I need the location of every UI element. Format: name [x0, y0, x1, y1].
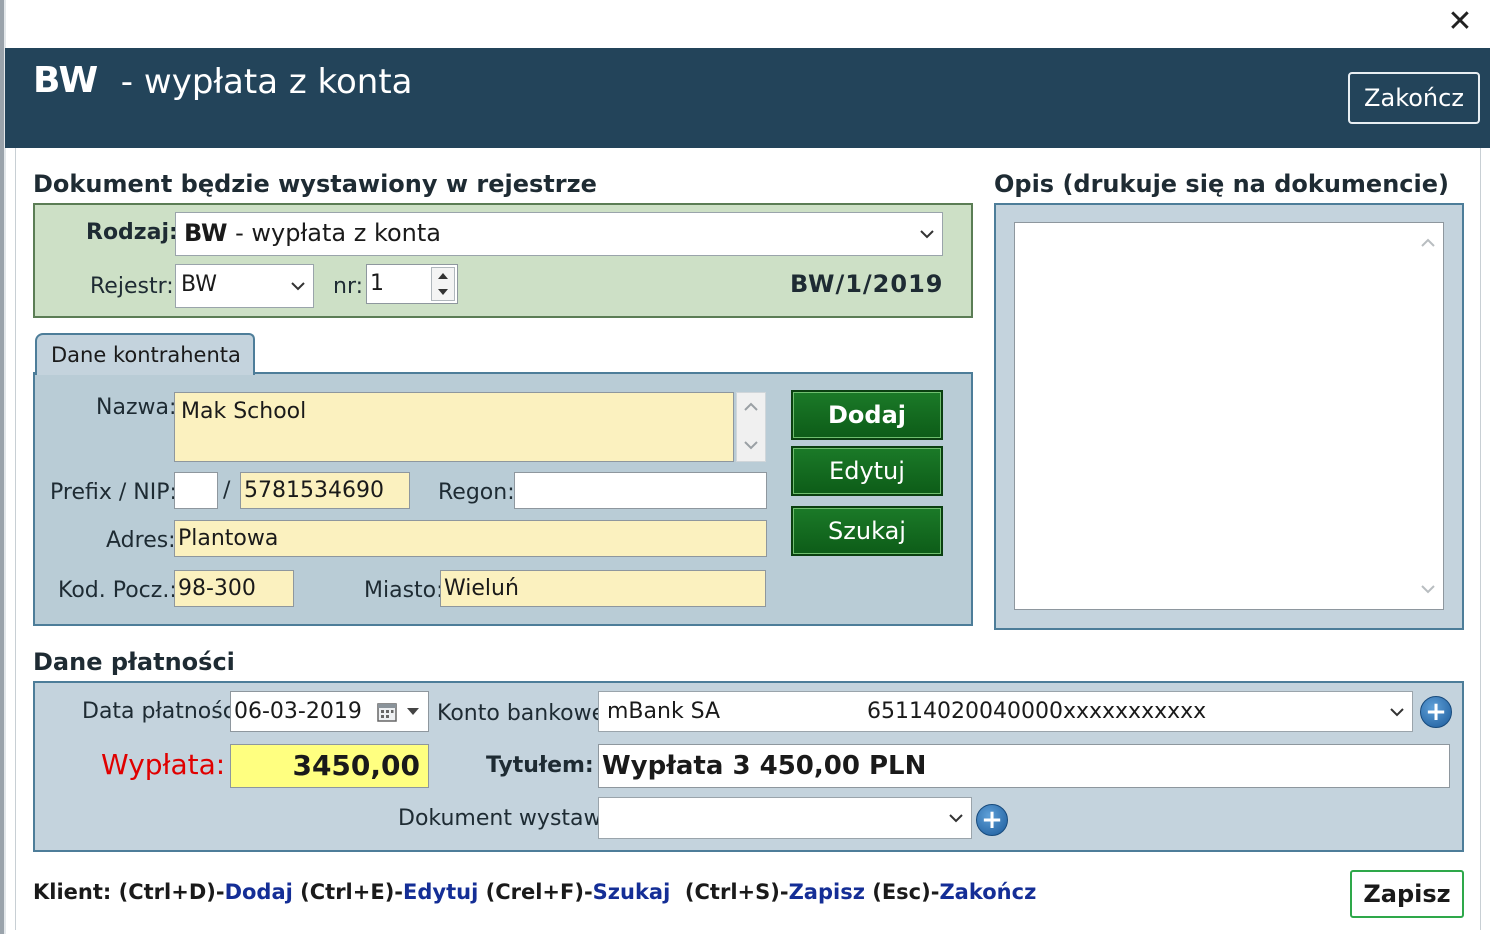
document-number: BW/1/2019 — [790, 270, 944, 298]
chevron-down-icon — [949, 814, 963, 823]
add-issuer-plus-icon[interactable]: + — [976, 804, 1008, 836]
chevron-down-icon[interactable] — [743, 439, 759, 451]
wyplata-amount-input[interactable]: 3450,00 — [230, 744, 429, 788]
shortcut-key-e: (Ctrl+E)- — [292, 880, 404, 904]
shortcut-zapisz: Zapisz — [788, 880, 865, 904]
rodzaj-code: BW — [184, 219, 228, 247]
rejestr-label: Rejestr: — [90, 274, 174, 299]
nazwa-value: Mak School — [181, 399, 307, 424]
opis-textarea[interactable] — [1014, 222, 1444, 610]
regon-label: Regon: — [438, 480, 515, 505]
konto-bankowe-label: Konto bankowe: — [437, 701, 613, 726]
chevron-down-icon[interactable] — [1420, 583, 1436, 595]
shortcut-key-esc: (Esc)- — [864, 880, 940, 904]
prefix-input[interactable] — [174, 472, 218, 509]
chevron-down-icon — [291, 282, 305, 291]
nazwa-textarea[interactable]: Mak School — [174, 392, 734, 462]
payment-section-title: Dane płatności — [33, 648, 235, 676]
arrow-down-icon[interactable] — [437, 287, 449, 297]
calendar-icon[interactable] — [376, 701, 398, 723]
nip-input[interactable]: 5781534690 — [240, 472, 410, 509]
caret-down-icon[interactable] — [406, 707, 420, 717]
shortcut-edytuj: Edytuj — [403, 880, 479, 904]
arrow-up-icon[interactable] — [437, 271, 449, 281]
miasto-label: Miasto: — [364, 578, 444, 603]
nr-label: nr: — [333, 274, 364, 299]
stepper-buttons[interactable] — [431, 267, 455, 301]
nr-stepper[interactable]: 1 — [366, 264, 458, 304]
chevron-up-icon[interactable] — [743, 401, 759, 413]
miasto-value: Wieluń — [444, 576, 519, 601]
shortcut-szukaj: Szukaj — [592, 880, 671, 904]
szukaj-button[interactable]: Szukaj — [791, 506, 943, 556]
add-account-plus-icon[interactable]: + — [1420, 696, 1452, 728]
nazwa-scrollbar[interactable] — [736, 392, 766, 462]
data-platnosci-picker[interactable]: 06-03-2019 — [230, 691, 429, 732]
shortcut-zakoncz: Zakończ — [939, 880, 1037, 904]
rodzaj-label: Rodzaj: — [86, 220, 178, 245]
rodzaj-select[interactable]: BW - wypłata z konta — [175, 212, 943, 256]
wyplata-amount-value: 3450,00 — [292, 749, 420, 782]
register-section-title: Dokument będzie wystawiony w rejestrze — [33, 170, 597, 198]
shortcut-key-f: (Crel+F)- — [478, 880, 593, 904]
bank-name: mBank SA — [607, 699, 721, 724]
data-platnosci-label: Data płatności: — [82, 699, 249, 724]
nr-value: 1 — [370, 271, 384, 296]
dodaj-button[interactable]: Dodaj — [791, 390, 943, 440]
nazwa-label: Nazwa: — [96, 395, 177, 420]
account-number: 65114020040000xxxxxxxxxxx — [867, 699, 1207, 724]
dialog-title-code: BW — [33, 60, 99, 101]
tytulem-label: Tytułem: — [486, 753, 594, 778]
keyboard-shortcuts-hint: Klient: (Ctrl+D)-Dodaj (Ctrl+E)-Edytuj (… — [33, 880, 1036, 904]
edytuj-button[interactable]: Edytuj — [791, 446, 943, 496]
adres-label: Adres: — [106, 528, 176, 553]
kod-pocztowy-label: Kod. Pocz.: — [58, 578, 177, 603]
kod-pocztowy-value: 98-300 — [178, 576, 256, 601]
prefix-nip-label: Prefix / NIP: — [50, 480, 177, 505]
dokument-wystawil-select[interactable] — [598, 797, 972, 839]
dialog-title-text: - wypłata z konta — [110, 62, 413, 102]
chevron-down-icon — [920, 230, 934, 239]
zapisz-button[interactable]: Zapisz — [1350, 870, 1464, 918]
chevron-down-icon — [1390, 707, 1404, 716]
zakoncz-button[interactable]: Zakończ — [1348, 72, 1480, 124]
regon-input[interactable] — [514, 472, 767, 509]
miasto-input[interactable]: Wieluń — [440, 570, 766, 607]
rejestr-value: BW — [181, 272, 218, 297]
shortcut-key-s: (Ctrl+S)- — [670, 880, 789, 904]
nip-slash: / — [223, 478, 231, 503]
data-platnosci-value: 06-03-2019 — [234, 699, 362, 724]
adres-value: Plantowa — [178, 526, 279, 551]
konto-bankowe-select[interactable]: mBank SA 65114020040000xxxxxxxxxxx — [598, 691, 1413, 732]
wyplata-label: Wypłata: — [101, 748, 226, 781]
adres-input[interactable]: Plantowa — [174, 520, 767, 557]
tytulem-value: Wypłata 3 450,00 PLN — [602, 751, 927, 781]
rejestr-select[interactable]: BW — [175, 264, 314, 308]
kod-pocztowy-input[interactable]: 98-300 — [174, 570, 294, 607]
shortcut-dodaj: Dodaj — [224, 880, 293, 904]
tab-label: Dane kontrahenta — [51, 343, 241, 367]
dokument-wystawil-label: Dokument wystawił: — [398, 806, 622, 831]
tab-dane-kontrahenta[interactable]: Dane kontrahenta — [35, 333, 255, 375]
chevron-up-icon[interactable] — [1420, 237, 1436, 249]
nip-value: 5781534690 — [244, 478, 384, 503]
tytulem-input[interactable]: Wypłata 3 450,00 PLN — [598, 744, 1450, 788]
close-icon[interactable]: ✕ — [1440, 4, 1480, 40]
opis-section-title: Opis (drukuje się na dokumencie) — [994, 170, 1449, 198]
shortcut-prefix: Klient: — [33, 880, 119, 904]
shortcut-key-d: (Ctrl+D)- — [118, 880, 225, 904]
opis-scrollbar[interactable] — [1413, 223, 1443, 609]
rodzaj-text: - wypłata z konta — [227, 219, 441, 247]
